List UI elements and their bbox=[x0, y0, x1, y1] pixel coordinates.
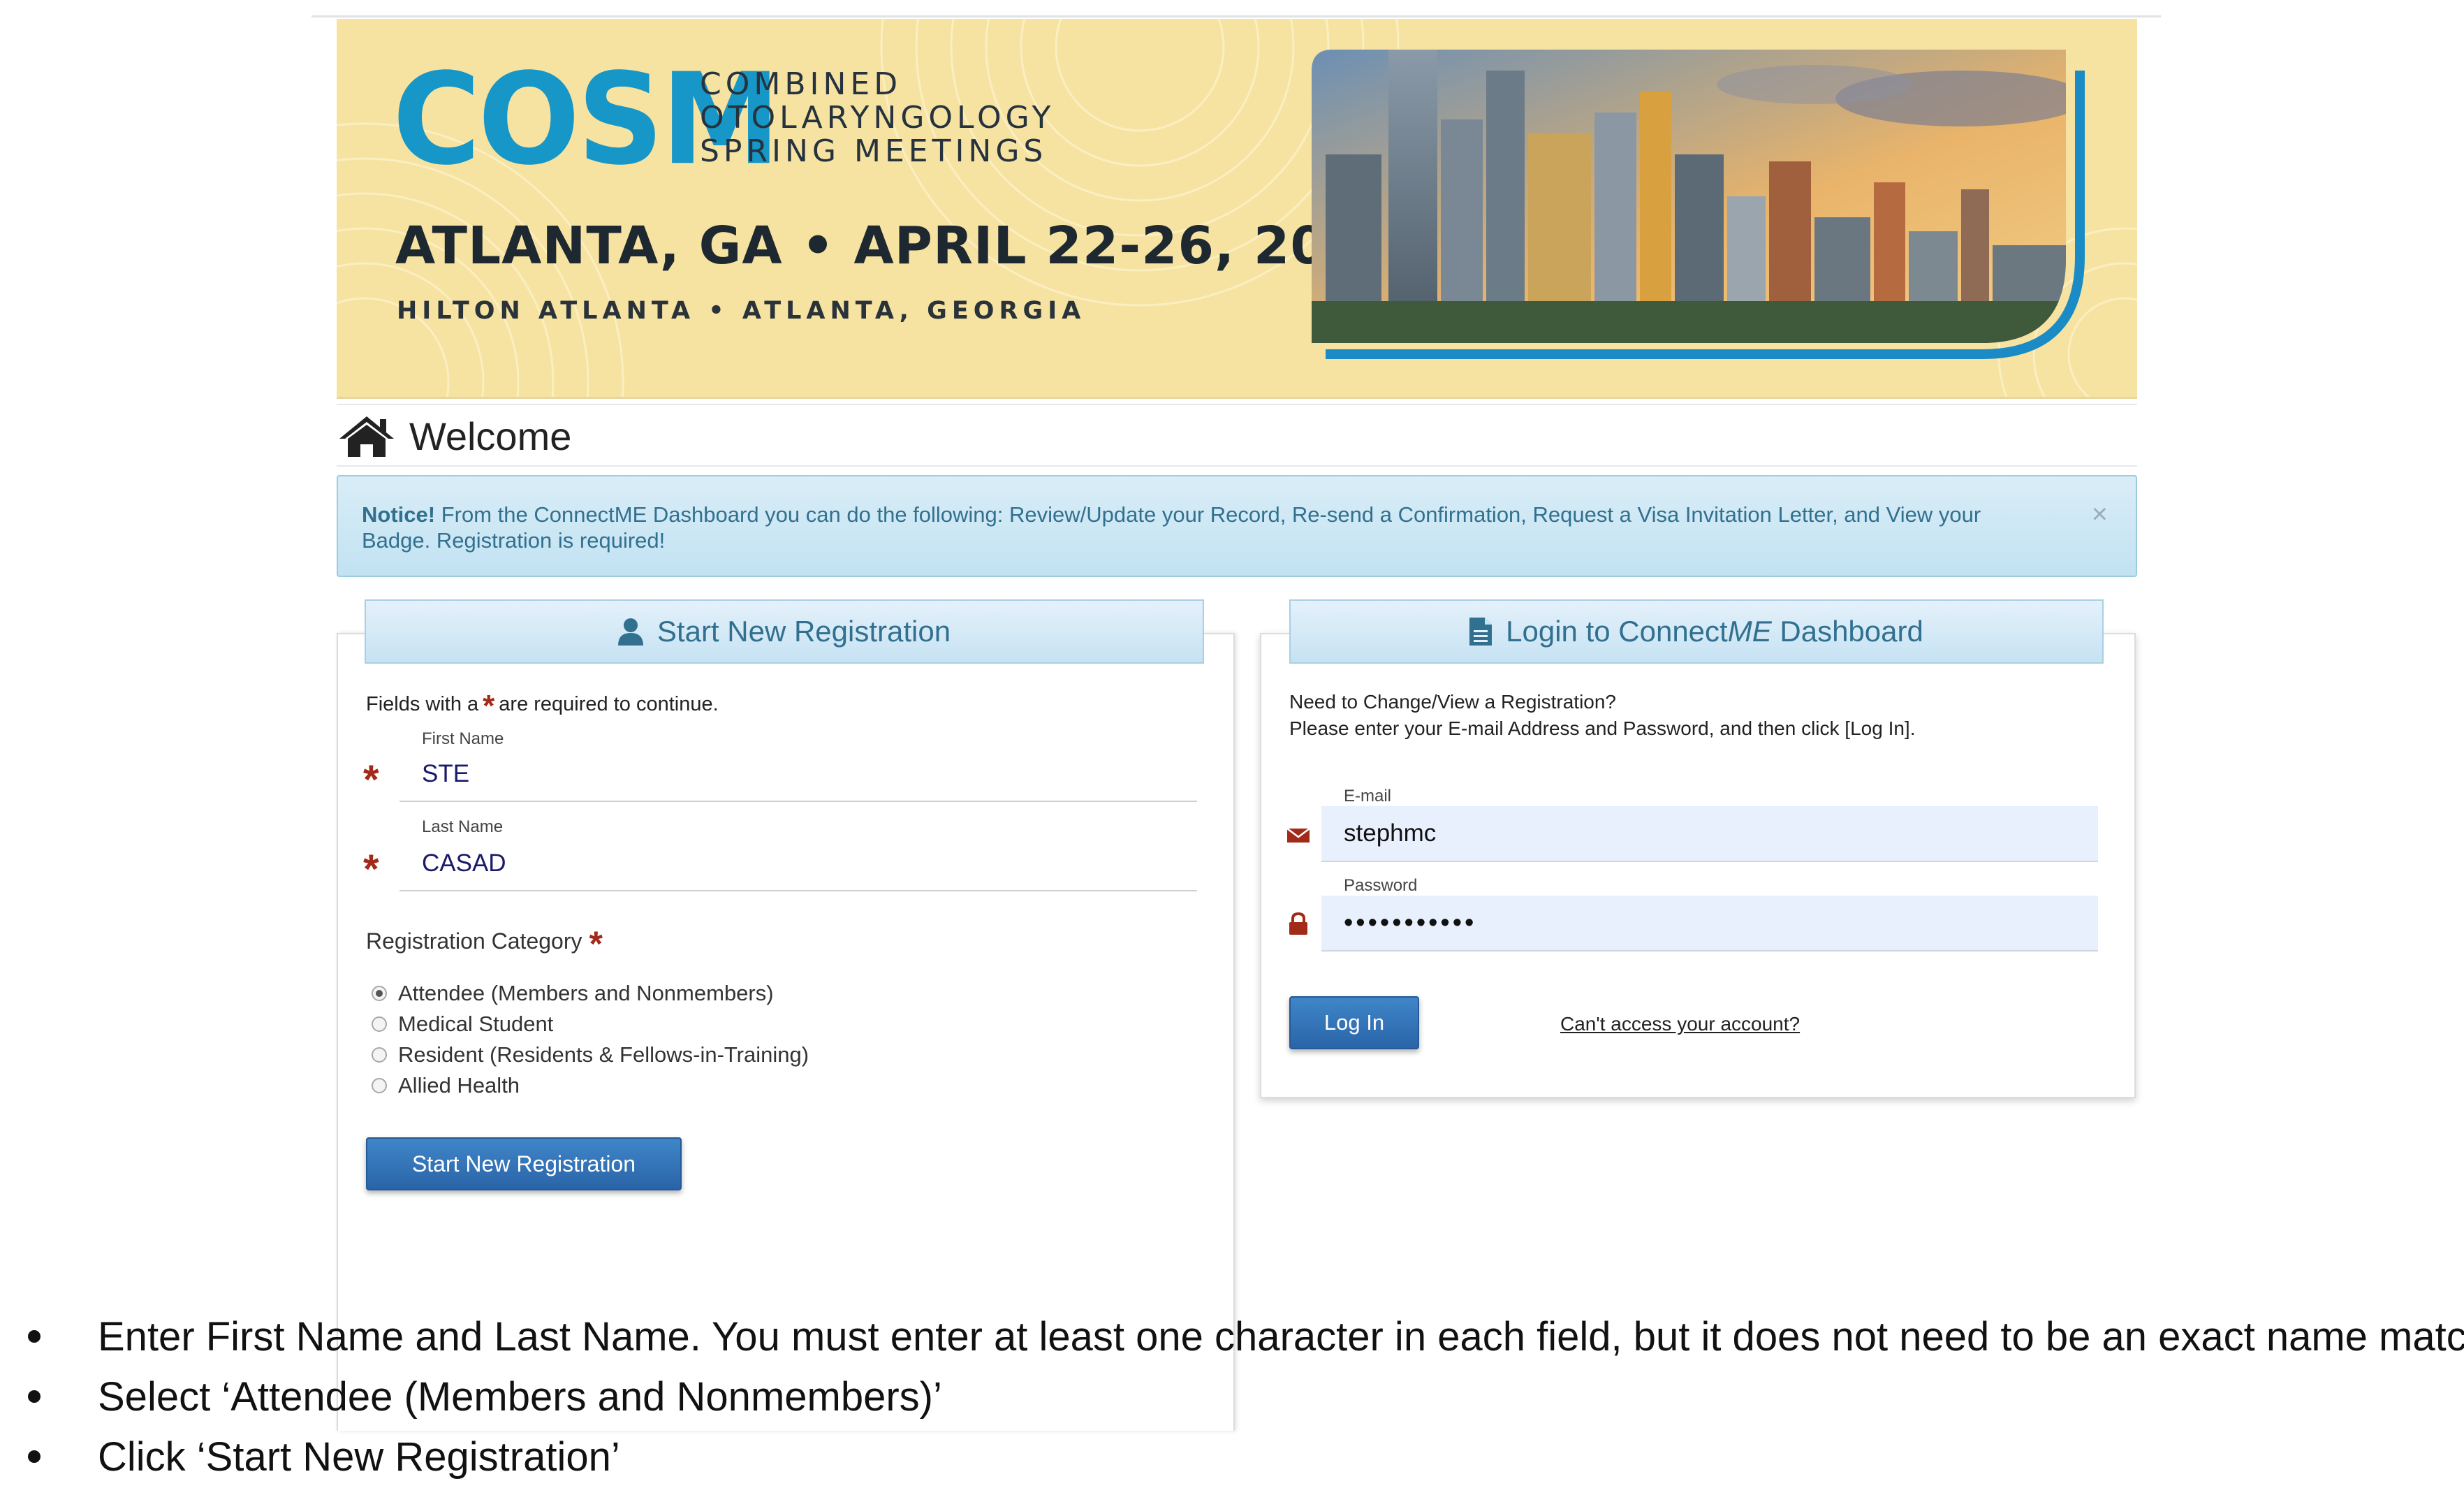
registration-category-label: Registration Category * bbox=[366, 924, 603, 964]
lock-icon bbox=[1289, 912, 1307, 935]
category-option-resident[interactable]: Resident (Residents & Fellows-in-Trainin… bbox=[372, 1042, 809, 1067]
instruction-text: Select ‘Attendee (Members and Nonmembers… bbox=[98, 1374, 942, 1420]
first-name-underline bbox=[399, 801, 1197, 802]
login-instruction-line: Need to Change/View a Registration? bbox=[1289, 691, 1617, 713]
logo-subtitle: COMBINED OTOLARYNGOLOGY SPRING MEETINGS bbox=[700, 68, 1055, 168]
radio-button[interactable] bbox=[372, 1047, 387, 1063]
login-instructions: Need to Change/View a Registration? Plea… bbox=[1289, 689, 1915, 742]
required-note-text: are required to continue. bbox=[499, 693, 719, 715]
close-icon[interactable]: × bbox=[2092, 500, 2108, 528]
event-venue: HILTON ATLANTA • ATLANTA, GEORGIA bbox=[397, 297, 1086, 325]
instruction-text: Click ‘Start New Registration’ bbox=[98, 1434, 620, 1480]
instruction-text: Enter First Name and Last Name. You must… bbox=[98, 1314, 2464, 1359]
home-icon bbox=[339, 416, 394, 457]
welcome-heading: Welcome bbox=[338, 411, 571, 461]
email-label: E-mail bbox=[1344, 787, 1392, 805]
logo-subtitle-line: SPRING MEETINGS bbox=[700, 133, 1048, 169]
category-option-label: Allied Health bbox=[398, 1073, 520, 1098]
bullet-icon bbox=[28, 1450, 41, 1463]
category-option-label: Medical Student bbox=[398, 1012, 554, 1036]
start-registration-title: Start New Registration bbox=[657, 615, 951, 648]
atlanta-skyline-image bbox=[1312, 50, 2085, 359]
login-title-text: Login to Connect bbox=[1506, 615, 1728, 648]
last-name-label: Last Name bbox=[422, 817, 504, 836]
category-option-medical-student[interactable]: Medical Student bbox=[372, 1012, 553, 1037]
last-name-input[interactable]: CASAD bbox=[422, 850, 506, 877]
required-star-icon: * bbox=[483, 689, 495, 723]
login-instruction-line: Please enter your E-mail Address and Pas… bbox=[1289, 717, 1916, 739]
login-title-text: ME bbox=[1727, 615, 1772, 648]
divider bbox=[337, 465, 2137, 467]
document-icon bbox=[1469, 618, 1493, 646]
required-star-icon: * bbox=[363, 847, 379, 892]
notice-alert: Notice! From the ConnectME Dashboard you… bbox=[337, 475, 2137, 577]
notice-label: Notice! bbox=[362, 502, 436, 527]
start-registration-header: Start New Registration bbox=[365, 599, 1204, 664]
last-name-underline bbox=[399, 890, 1197, 891]
password-label: Password bbox=[1344, 876, 1418, 895]
login-title: Login to ConnectME Dashboard bbox=[1506, 615, 1923, 648]
top-divider bbox=[311, 15, 2161, 17]
login-header: Login to ConnectME Dashboard bbox=[1289, 599, 2104, 664]
required-star-icon: * bbox=[363, 757, 379, 803]
envelope-icon bbox=[1287, 828, 1310, 843]
required-fields-note: Fields with a * are required to continue. bbox=[366, 689, 719, 724]
first-name-label: First Name bbox=[422, 729, 504, 748]
email-input[interactable]: stephmc bbox=[1321, 806, 2098, 862]
registration-category-text: Registration Category bbox=[366, 928, 582, 954]
logo-subtitle-line: OTOLARYNGOLOGY bbox=[700, 100, 1055, 136]
bullet-icon bbox=[28, 1330, 41, 1343]
user-icon bbox=[617, 618, 643, 646]
category-option-attendee[interactable]: Attendee (Members and Nonmembers) bbox=[372, 981, 774, 1006]
cant-access-account-link[interactable]: Can't access your account? bbox=[1560, 1013, 1800, 1035]
category-option-allied-health[interactable]: Allied Health bbox=[372, 1073, 520, 1098]
event-banner: COSM COMBINED OTOLARYNGOLOGY SPRING MEET… bbox=[337, 19, 2137, 399]
required-star-icon: * bbox=[589, 924, 603, 963]
radio-button[interactable] bbox=[372, 1078, 387, 1093]
bullet-icon bbox=[28, 1390, 41, 1403]
password-input[interactable]: ••••••••••• bbox=[1321, 896, 2098, 951]
logo-subtitle-line: COMBINED bbox=[700, 66, 902, 102]
radio-button[interactable] bbox=[372, 1016, 387, 1032]
divider bbox=[337, 404, 2137, 405]
log-in-button[interactable]: Log In bbox=[1289, 996, 1419, 1049]
category-option-label: Resident (Residents & Fellows-in-Trainin… bbox=[398, 1042, 809, 1067]
page-title: Welcome bbox=[409, 414, 572, 458]
category-option-label: Attendee (Members and Nonmembers) bbox=[398, 981, 774, 1005]
first-name-input[interactable]: STE bbox=[422, 760, 469, 788]
radio-button[interactable] bbox=[372, 986, 387, 1001]
required-note-text: Fields with a bbox=[366, 693, 479, 715]
notice-text: From the ConnectME Dashboard you can do … bbox=[362, 502, 1981, 553]
login-title-text: Dashboard bbox=[1771, 615, 1923, 648]
event-headline: ATLANTA, GA • APRIL 22-26, 2020 bbox=[395, 216, 1400, 276]
start-new-registration-button[interactable]: Start New Registration bbox=[366, 1137, 682, 1190]
